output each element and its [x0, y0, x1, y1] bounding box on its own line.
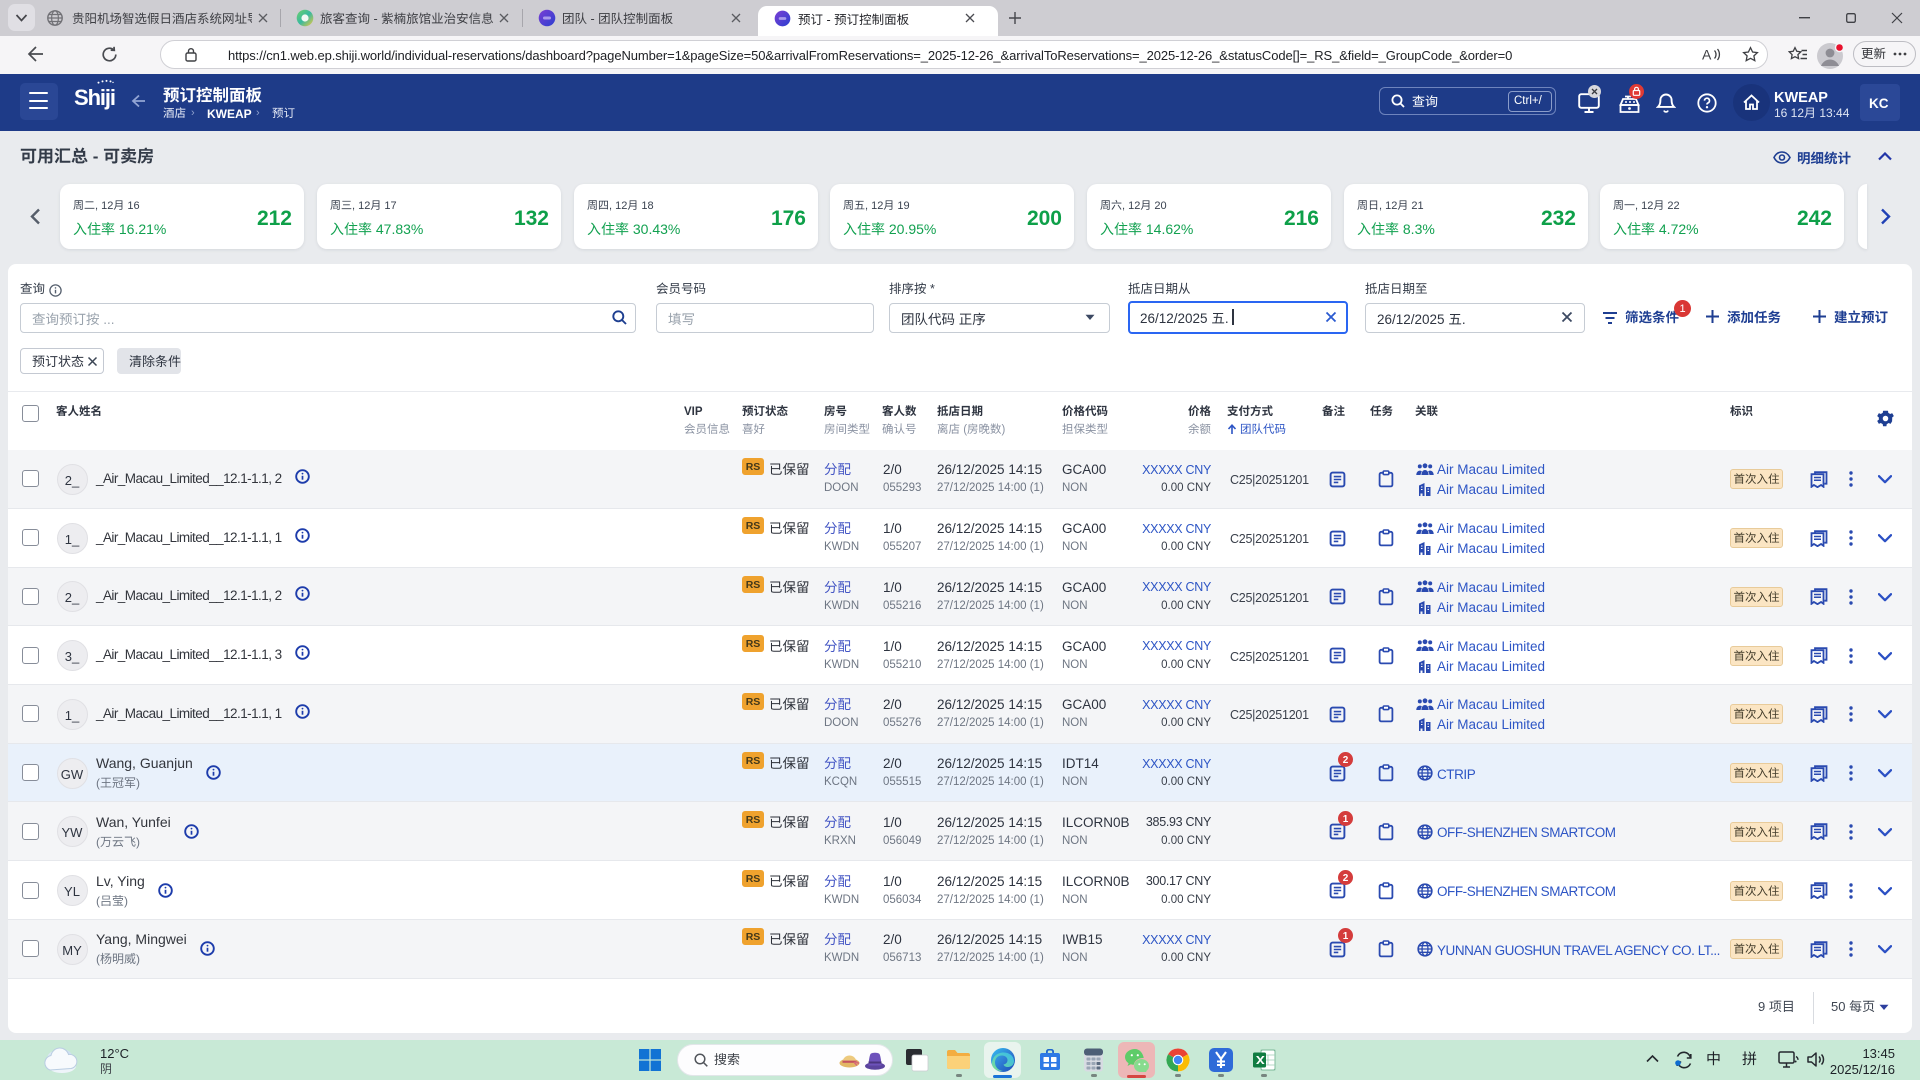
svg-text:1: 1: [1343, 814, 1349, 825]
svg-text:A: A: [1702, 47, 1712, 63]
svg-text:1: 1: [1343, 931, 1349, 942]
svg-text:2: 2: [1343, 873, 1349, 884]
svg-text:1: 1: [1679, 303, 1685, 315]
svg-text:2: 2: [1343, 755, 1349, 766]
